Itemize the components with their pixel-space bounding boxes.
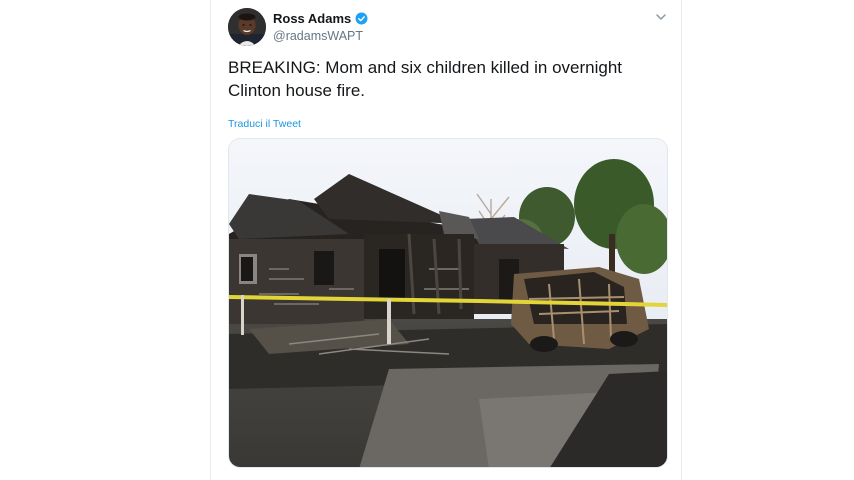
translate-tweet-link[interactable]: Traduci il Tweet	[228, 118, 301, 130]
tweet-card: Ross Adams @radamsWAPT BREAKING: Mom and…	[210, 0, 682, 480]
tweet-text: BREAKING: Mom and six children killed in…	[228, 58, 622, 100]
author-handle[interactable]: @radamsWAPT	[273, 29, 573, 43]
tweet-photo[interactable]	[228, 138, 668, 468]
author-display-name[interactable]: Ross Adams	[273, 11, 351, 26]
avatar-image	[228, 8, 266, 46]
verified-badge-icon	[355, 12, 368, 25]
avatar[interactable]	[228, 8, 266, 46]
burned-house-photo	[229, 139, 667, 467]
tweet-author: Ross Adams @radamsWAPT	[273, 10, 573, 43]
page: Ross Adams @radamsWAPT BREAKING: Mom and…	[0, 0, 854, 480]
name-row: Ross Adams	[273, 10, 573, 27]
chevron-down-icon[interactable]	[655, 11, 667, 23]
